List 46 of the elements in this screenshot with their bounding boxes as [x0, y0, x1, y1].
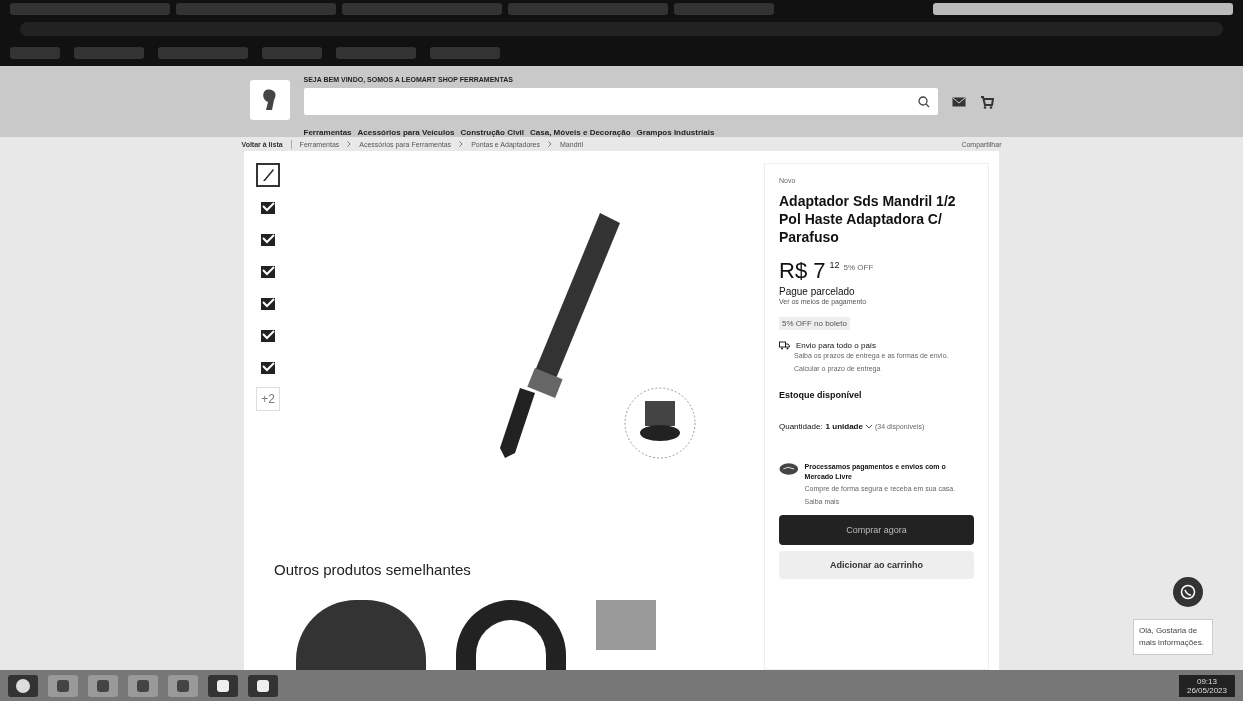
- app-icon: [96, 678, 110, 693]
- chevron-right-icon: [347, 141, 352, 147]
- price-cents: 12: [829, 260, 840, 271]
- cart-icon[interactable]: [979, 94, 994, 109]
- category-link[interactable]: Grampos Industriais: [636, 128, 715, 137]
- section-title: Outros produtos semelhantes: [274, 561, 472, 578]
- shipping-title: Envio para todo o país: [796, 340, 877, 352]
- product-title: Adaptador Sds Mandril 1/2 Pol Haste Adaptadora C/ Parafuso: [779, 191, 957, 247]
- taskbar-app-button[interactable]: [248, 674, 278, 697]
- app-icon: [136, 678, 150, 693]
- stock-text: Estoque disponível: [779, 389, 863, 400]
- app-icon: [56, 678, 70, 693]
- app-icon: [256, 678, 270, 693]
- search-field[interactable]: [303, 88, 938, 115]
- chevron-right-icon: [459, 141, 464, 147]
- truck-icon: [779, 341, 790, 351]
- installments-text: Pague parcelado: [779, 286, 856, 298]
- taskbar-app-button[interactable]: [208, 674, 238, 697]
- discount-text: 5% OFF: [843, 263, 874, 273]
- date-text: 26/05/2023: [1186, 685, 1227, 695]
- more-thumbnails[interactable]: +2: [256, 387, 280, 411]
- hammer-photo: [596, 600, 656, 650]
- category-link[interactable]: Ferramentas: [303, 128, 352, 137]
- chat-message: Olá, Gostaria de mais informações.: [1133, 619, 1213, 655]
- category-link[interactable]: Acessórios para Veículos: [357, 128, 455, 137]
- app-icon: [176, 678, 190, 693]
- time-text: 09:13: [1196, 676, 1217, 686]
- app-icon: [216, 678, 230, 693]
- store-logo: [249, 80, 290, 120]
- quantity-label: Quantidade:: [779, 422, 823, 432]
- start-icon: [15, 677, 31, 694]
- search-icon: [917, 95, 930, 108]
- mail-icon[interactable]: [951, 96, 966, 107]
- phone-bubble-icon: [1180, 584, 1196, 600]
- category-link[interactable]: Construção Civil: [460, 128, 525, 137]
- chevron-right-icon: [548, 141, 552, 147]
- chevron-down-icon[interactable]: [865, 424, 872, 429]
- thumbnail[interactable]: [256, 163, 280, 187]
- promo-tag: 5% OFF no boleto: [779, 317, 850, 331]
- add-to-cart-button[interactable]: Adicionar ao carrinho: [779, 550, 974, 579]
- quantity-selector[interactable]: 1 unidade: [825, 422, 863, 432]
- category-link[interactable]: Casa, Móveis e Decoração: [530, 128, 631, 137]
- buy-now-button[interactable]: Comprar agora: [779, 514, 974, 545]
- chat-button[interactable]: [1173, 577, 1203, 607]
- start-button[interactable]: [8, 674, 38, 697]
- price: R$ 7: [779, 258, 826, 285]
